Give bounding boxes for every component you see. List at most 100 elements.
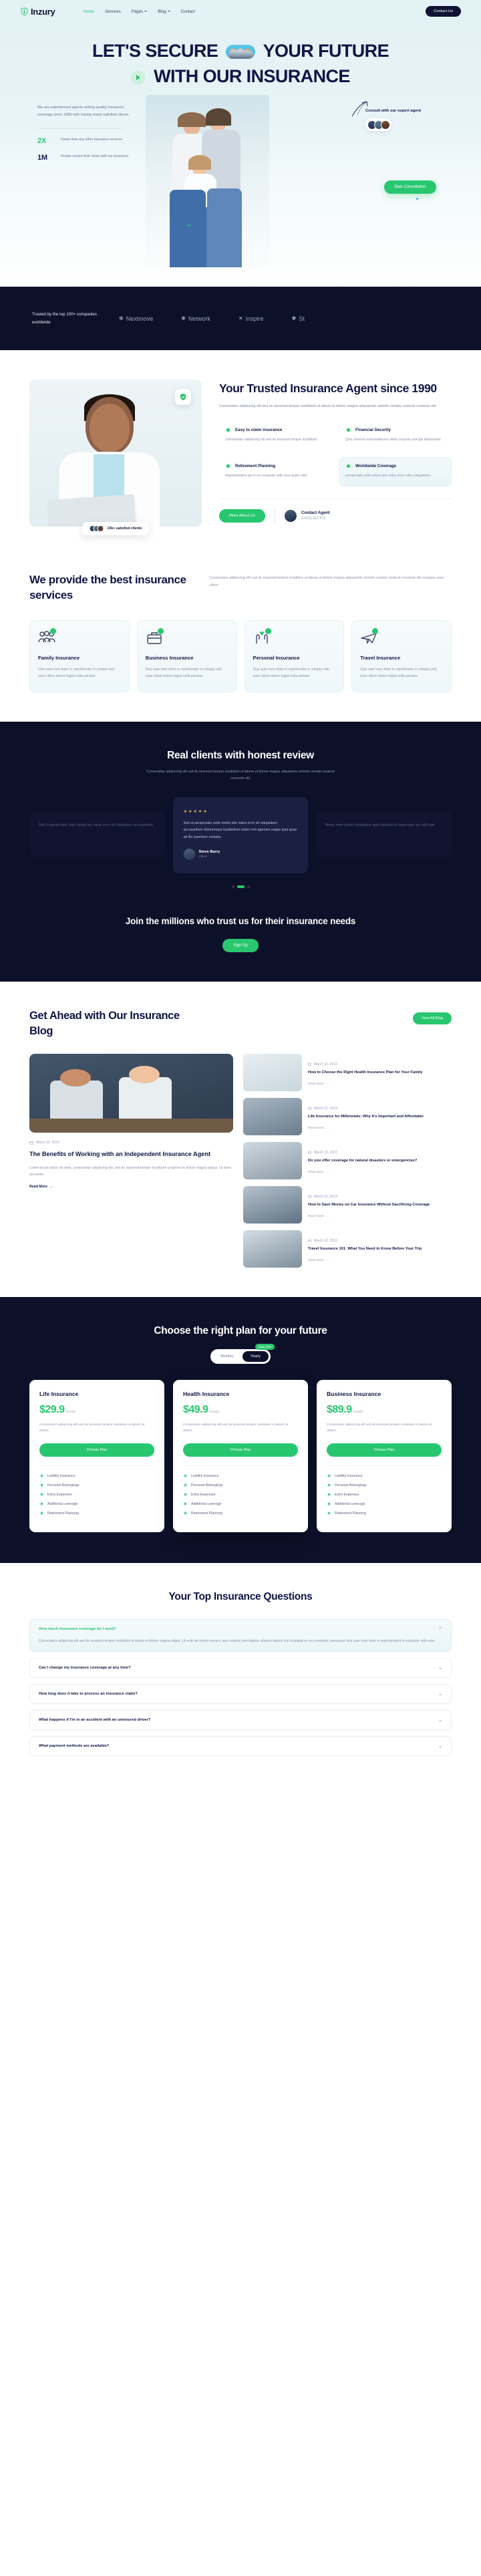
read-more-link[interactable]: Read More → (308, 1127, 329, 1130)
blog-featured-post[interactable]: March 22, 2023 The Benefits of Working w… (29, 1053, 233, 1268)
more-about-us-button[interactable]: More About Us (219, 509, 265, 523)
service-card[interactable]: Personal Insurance Duis aute irure dolor… (244, 620, 345, 693)
toggle-monthly[interactable]: Monthly (212, 1351, 241, 1362)
faq-question[interactable]: What payment methods are available? ⌄ (39, 1743, 442, 1749)
faq-question[interactable]: How much insurance coverage do I need? ⌃ (39, 1626, 442, 1632)
agent-description: Consectetur adipiscing elit sed do eiusm… (219, 404, 437, 409)
check-icon (183, 1473, 188, 1478)
blog-list-item[interactable]: March 22, 2023 Travel Insurance 101: Wha… (243, 1230, 452, 1268)
check-icon (39, 1501, 44, 1506)
brand-item: ✾ St (291, 315, 305, 322)
service-card[interactable]: Family Insurance Duis aute irure dolor i… (29, 620, 130, 693)
plan-feature: Additional coverage (39, 1501, 154, 1506)
plan-feature: Liability Insurance (39, 1473, 154, 1478)
contact-us-button[interactable]: Contact Us (426, 6, 461, 17)
nav-item-contact[interactable]: Contact (181, 9, 195, 14)
avatar (380, 120, 390, 130)
faq-item[interactable]: What payment methods are available? ⌄ (29, 1736, 452, 1756)
plan-feature: Extra Expenses (183, 1492, 298, 1497)
review-card[interactable]: Nemo enim ipsam voluptatem quia voluptas… (316, 811, 452, 859)
hero-stat: 1M People secure their future with our i… (37, 154, 134, 162)
nav-item-services[interactable]: Services (105, 9, 121, 14)
blog-list-item[interactable]: March 22, 2023 Life Insurance for Millen… (243, 1097, 452, 1135)
service-title: Personal Insurance (253, 655, 300, 662)
faq-item[interactable]: Can I change my insurance coverage at an… (29, 1658, 452, 1678)
plan-feature: Liability Insurance (327, 1473, 442, 1478)
cross-icon: ✕ (238, 315, 243, 321)
read-more-link[interactable]: Read More → (308, 1171, 329, 1174)
choose-plan-button[interactable]: Choose Plan (183, 1443, 298, 1457)
reviews-grid: Sed ut perspiciatis unde omnis iste natu… (29, 797, 452, 874)
plan-card[interactable]: Life Insurance $29.9 /month Consectetur … (29, 1379, 164, 1532)
review-card[interactable]: Sed ut perspiciatis unde omnis iste natu… (29, 811, 165, 859)
toggle-yearly[interactable]: Yearly (243, 1350, 269, 1362)
pagination-dot[interactable] (231, 885, 234, 889)
blog-list-item[interactable]: March 22, 2023 How to Choose the Right H… (243, 1053, 452, 1091)
plan-card[interactable]: Health Insurance $49.9 /month Consectetu… (173, 1379, 308, 1532)
reviews-pagination[interactable] (29, 885, 452, 889)
billing-toggle[interactable]: Monthly Yearly Save 20% (210, 1343, 275, 1364)
plans-grid: Life Insurance $29.9 /month Consectetur … (29, 1379, 452, 1532)
review-author-name: Steve Barry (198, 850, 220, 855)
check-icon (39, 1492, 44, 1497)
nav-item-pages[interactable]: Pages (132, 9, 148, 14)
arrow-right-icon: → (325, 1083, 329, 1087)
start-consultation-button[interactable]: Start Consultation (384, 180, 436, 194)
plan-amount: $29.9 (39, 1403, 65, 1415)
arrow-right-icon: → (49, 1184, 53, 1189)
chevron-down-icon[interactable]: ⌄ (438, 1691, 442, 1697)
agent-cta-row: More About Us Contact Agent (+021) 117 8… (219, 508, 452, 523)
hero-stat: 2X Faster than any other insurance servi… (37, 137, 134, 145)
faq-question[interactable]: How long does it take to process an insu… (39, 1691, 442, 1697)
contact-agent[interactable]: Contact Agent (+021) 117 871 (284, 509, 330, 522)
read-more-link[interactable]: Read More → (308, 1083, 329, 1086)
chevron-up-icon[interactable]: ⌃ (438, 1626, 442, 1632)
blog-list-item[interactable]: March 22, 2023 How to Save Money on Car … (243, 1185, 452, 1224)
blog-meta: March 22, 2023 (308, 1107, 452, 1111)
blog-thumbnail (243, 1230, 302, 1268)
review-author-role: Client (198, 855, 207, 859)
pagination-dot[interactable] (247, 885, 250, 889)
review-text: Nemo enim ipsam voluptatem quia voluptas… (325, 823, 436, 827)
hero-description: We are experienced agents writing qualit… (37, 105, 130, 117)
faq-question[interactable]: What happens if I'm in an accident with … (39, 1717, 442, 1723)
sign-up-button[interactable]: Sign Up (222, 939, 259, 953)
blog-post-title: The Benefits of Working with an Independ… (29, 1150, 211, 1157)
nav-item-blog[interactable]: Blog (158, 9, 170, 14)
read-more-link[interactable]: Read More → (29, 1185, 53, 1189)
check-icon (345, 427, 351, 434)
plan-feature: Additional coverage (327, 1501, 442, 1506)
plan-feature: Liability Insurance (183, 1473, 298, 1478)
play-circle-icon[interactable] (131, 70, 146, 85)
plan-feature: Personal Belongings (39, 1483, 154, 1487)
faq-item[interactable]: What happens if I'm in an accident with … (29, 1710, 452, 1730)
check-icon (225, 427, 231, 434)
read-more-link[interactable]: Read More → (308, 1259, 329, 1262)
plans-title: Choose the right plan for your future (154, 1324, 327, 1336)
choose-plan-button[interactable]: Choose Plan (327, 1443, 442, 1457)
blog-list-item[interactable]: March 22, 2023 Do you offer coverage for… (243, 1141, 452, 1179)
check-icon (225, 463, 231, 469)
plan-card[interactable]: Business Insurance $89.9 /month Consecte… (317, 1379, 452, 1532)
faq-question[interactable]: Can I change my insurance coverage at an… (39, 1665, 442, 1671)
choose-plan-button[interactable]: Choose Plan (39, 1443, 154, 1457)
plan-feature: Retirement Planning (183, 1511, 298, 1516)
star-icon: ★ (188, 809, 192, 814)
service-card[interactable]: Travel Insurance Duis aute irure dolor i… (351, 620, 452, 693)
chevron-down-icon[interactable]: ⌄ (438, 1665, 442, 1671)
agent-avatars[interactable] (365, 118, 391, 132)
logo[interactable]: Inzury (20, 7, 55, 17)
view-all-blog-button[interactable]: View All Blog (412, 1012, 452, 1025)
star-icon: ★ (203, 809, 207, 814)
nav-item-home[interactable]: Home (83, 9, 94, 14)
calendar-icon (308, 1195, 311, 1199)
review-card-active[interactable]: ★ ★ ★ ★ ★ Sed ut perspiciatis unde omnis… (172, 797, 309, 874)
family-photo (146, 94, 269, 267)
service-card[interactable]: Business Insurance Duis aute irure dolor… (136, 620, 237, 693)
faq-item[interactable]: How much insurance coverage do I need? ⌃ … (29, 1619, 452, 1653)
chevron-down-icon[interactable]: ⌄ (438, 1717, 442, 1723)
read-more-link[interactable]: Read More → (308, 1215, 329, 1218)
faq-item[interactable]: How long does it take to process an insu… (29, 1684, 452, 1704)
pagination-dot-active[interactable] (236, 885, 245, 889)
chevron-down-icon[interactable]: ⌄ (438, 1743, 442, 1749)
